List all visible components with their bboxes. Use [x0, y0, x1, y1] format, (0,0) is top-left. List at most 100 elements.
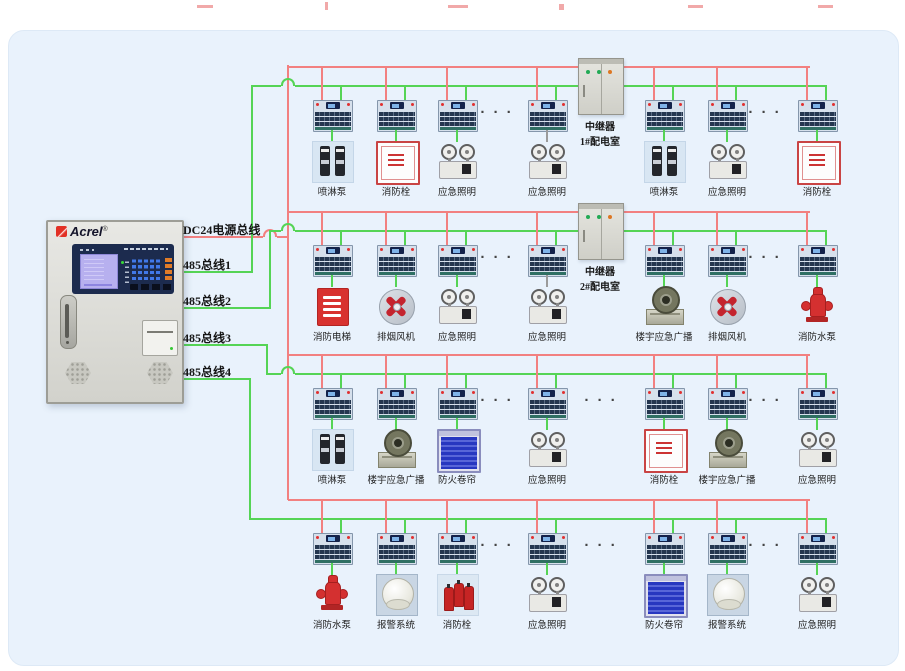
acrel-logo-icon: [56, 226, 67, 237]
em-light-icon: [707, 141, 747, 181]
green-drop-line: [555, 85, 557, 100]
registered-mark: ®: [103, 226, 108, 233]
em-light-icon: [527, 429, 567, 469]
power-module: [798, 245, 838, 277]
ellipsis: · · ·: [579, 392, 623, 409]
function-buttons: [165, 257, 172, 280]
row-green-bus-line: [295, 85, 827, 87]
green-drop-line: [735, 518, 737, 533]
line-hop-icon: [281, 366, 295, 374]
485-bus1-riser: [251, 85, 253, 273]
red-drop-line: [806, 499, 808, 533]
red-drop-line: [716, 66, 718, 100]
dc24-trunk-line: [287, 65, 289, 500]
hydrant-box-icon: [644, 429, 688, 473]
red-drop-line: [321, 211, 323, 245]
red-drop-line: [446, 211, 448, 245]
green-drop-line: [555, 373, 557, 388]
panel-title-text: [124, 248, 168, 250]
device-label: 报警系统: [682, 617, 772, 631]
row-green-bus-line: [266, 373, 281, 375]
device-label: 应急照明: [502, 184, 592, 198]
device-label: 应急照明: [412, 184, 502, 198]
speaker-icon: [376, 429, 416, 469]
power-module: [313, 533, 353, 565]
ellipsis: · · ·: [475, 104, 519, 121]
device-label: 楼宇应急广播: [682, 472, 772, 486]
hydrant-box-icon: [376, 141, 420, 185]
power-module: [438, 100, 478, 132]
red-drop-line: [716, 211, 718, 245]
panel-face-marks: [80, 249, 94, 251]
red-drop-line: [653, 499, 655, 533]
repeater-room-label: 2#配电室: [556, 278, 644, 293]
repeater-label: 中继器: [556, 263, 644, 278]
green-drop-line: [672, 373, 674, 388]
485-bus3-riser: [266, 344, 268, 375]
green-drop-line: [404, 230, 406, 245]
red-drop-line: [536, 354, 538, 388]
handle-slot: [65, 304, 69, 338]
dc24-bus-line: [277, 236, 289, 238]
power-module: [438, 388, 478, 420]
green-drop-line: [735, 230, 737, 245]
ellipsis: · · ·: [743, 104, 787, 121]
screen-artifact: [818, 5, 833, 8]
row-red-bus-line: [288, 211, 810, 213]
row-green-bus-line: [251, 85, 281, 87]
ellipsis: · · ·: [743, 537, 787, 554]
green-drop-line: [404, 518, 406, 533]
repeater-cabinet: [578, 203, 624, 260]
power-module: [438, 245, 478, 277]
red-drop-line: [321, 354, 323, 388]
power-module: [438, 533, 478, 565]
green-drop-line: [404, 85, 406, 100]
screen-artifact: [448, 5, 468, 8]
red-drop-line: [385, 354, 387, 388]
bus-label-485-4: 485总线4: [183, 363, 231, 380]
power-module: [645, 245, 685, 277]
em-light-icon: [797, 429, 837, 469]
repeater-room-label: 1#配电室: [556, 133, 644, 148]
ellipsis: · · ·: [743, 249, 787, 266]
green-drop-line: [825, 518, 827, 533]
ellipsis: · · ·: [475, 392, 519, 409]
red-drop-line: [653, 211, 655, 245]
power-module: [798, 100, 838, 132]
red-drop-line: [536, 211, 538, 245]
power-led: [121, 261, 124, 264]
red-drop-line: [446, 499, 448, 533]
row-red-bus-line: [288, 354, 810, 356]
row-green-bus-line: [269, 230, 281, 232]
power-module: [708, 245, 748, 277]
hydrant-box-icon: [797, 141, 841, 185]
red-drop-line: [446, 66, 448, 100]
green-drop-line: [465, 230, 467, 245]
printer-slot: [147, 331, 173, 333]
power-module: [645, 388, 685, 420]
row-green-bus-line: [295, 373, 827, 375]
keypad-buttons: [130, 284, 172, 290]
red-drop-line: [385, 211, 387, 245]
power-module: [708, 533, 748, 565]
green-drop-line: [340, 230, 342, 245]
em-light-icon: [797, 574, 837, 614]
pump-icon: [312, 141, 354, 183]
power-module: [313, 100, 353, 132]
lcd-footer-line: [84, 284, 112, 286]
alarm-icon: [707, 574, 749, 616]
red-drop-line: [653, 354, 655, 388]
device-label: 消防水泵: [772, 329, 862, 343]
red-drop-line: [385, 66, 387, 100]
green-drop-line: [672, 230, 674, 245]
power-module: [313, 388, 353, 420]
device-label: 防火卷帘: [412, 472, 502, 486]
bus-label-dc24: DC24电源总线: [183, 221, 260, 238]
pump-icon: [312, 429, 354, 471]
green-drop-line: [555, 230, 557, 245]
device-label: 应急照明: [682, 184, 772, 198]
device-label: 应急照明: [772, 617, 862, 631]
power-module: [708, 100, 748, 132]
printer-module: [142, 320, 178, 356]
485-bus4-riser: [249, 378, 251, 520]
